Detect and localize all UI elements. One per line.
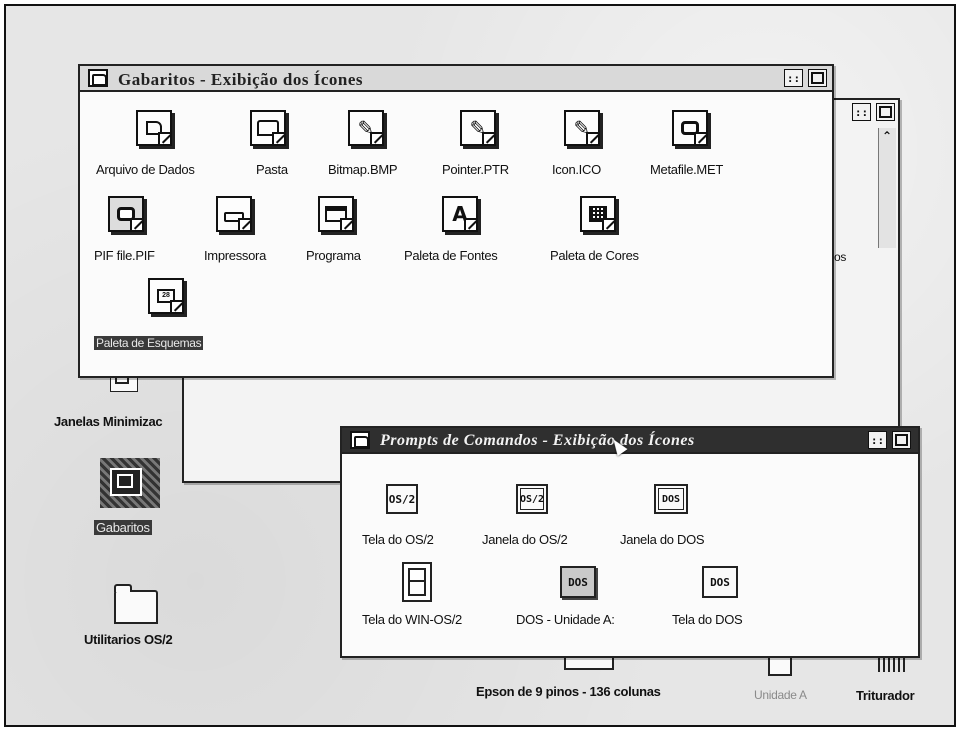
gabaritos-desktop-icon[interactable] xyxy=(100,458,160,508)
dos-glyph: DOS xyxy=(568,575,588,589)
icon-label-pointer[interactable]: Pointer.PTR xyxy=(442,162,509,177)
icon-label-programa[interactable]: Programa xyxy=(306,248,361,263)
prompts-minimize-button[interactable]: :: xyxy=(868,431,887,449)
data-file-icon[interactable] xyxy=(136,110,172,146)
desktop-label-triturador[interactable]: Triturador xyxy=(856,688,915,703)
desktop-label-epson[interactable]: Epson de 9 pinos - 136 colunas xyxy=(476,684,661,699)
utilitarios-folder-icon[interactable] xyxy=(114,584,158,624)
font-a-icon[interactable]: A xyxy=(442,196,478,232)
icon-label-pasta[interactable]: Pasta xyxy=(256,162,288,177)
scheme-icon[interactable]: 28 xyxy=(148,278,184,314)
gabaritos-minimize-button[interactable]: :: xyxy=(784,69,803,87)
icon-label-bitmap[interactable]: Bitmap.BMP xyxy=(328,162,398,177)
gabaritos-title: Gabaritos - Exibição dos Ícones xyxy=(118,70,364,89)
prompt-label-janela-dos[interactable]: Janela do DOS xyxy=(620,532,705,547)
prompt-label-tela-os2[interactable]: Tela do OS/2 xyxy=(362,532,434,547)
prompt-label-tela-dos[interactable]: Tela do DOS xyxy=(672,612,743,627)
color-grid-icon[interactable] xyxy=(580,196,616,232)
os2-glyph: OS/2 xyxy=(388,492,416,506)
dos-drive-a-icon[interactable]: DOS xyxy=(560,566,596,598)
dos-glyph: DOS xyxy=(710,575,730,589)
os2-window-icon[interactable]: OS/2 xyxy=(516,484,548,514)
pencil-icon[interactable]: ✎ xyxy=(348,110,384,146)
desktop-label-gabaritos[interactable]: Gabaritos xyxy=(94,520,152,535)
desktop-label-unidade-a[interactable]: Unidade A xyxy=(754,688,807,702)
icon-label-icon-ico[interactable]: Icon.ICO xyxy=(552,162,601,177)
monitor-icon[interactable] xyxy=(108,196,144,232)
icon-label-paleta-cores[interactable]: Paleta de Cores xyxy=(550,248,639,263)
system-menu-icon[interactable] xyxy=(88,69,108,87)
prompts-titlebar[interactable]: Prompts de Comandos - Exibição dos Ícone… xyxy=(342,428,918,454)
icon-label-paleta-esquemas[interactable]: Paleta de Esquemas xyxy=(94,336,204,350)
background-minimize-button[interactable]: :: xyxy=(852,103,871,121)
prompt-label-dos-unidade-a[interactable]: DOS - Unidade A: xyxy=(516,612,615,627)
desktop-label-janelas[interactable]: Janelas Minimizac xyxy=(54,414,163,429)
icon-label-pif[interactable]: PIF file.PIF xyxy=(94,248,155,263)
icon-label-arquivo[interactable]: Arquivo de Dados xyxy=(96,162,195,177)
prompts-title: Prompts de Comandos - Exibição dos Ícone… xyxy=(380,432,695,449)
monitor-icon[interactable] xyxy=(672,110,708,146)
dos-fullscreen-icon[interactable]: DOS xyxy=(702,566,738,598)
icon-label-impressora[interactable]: Impressora xyxy=(204,248,266,263)
os2-glyph: OS/2 xyxy=(519,493,545,505)
pencil-icon[interactable]: ✎ xyxy=(460,110,496,146)
prompts-maximize-button[interactable] xyxy=(892,431,911,449)
desktop-label-utilitarios[interactable]: Utilitarios OS/2 xyxy=(84,632,173,647)
window-icon[interactable] xyxy=(318,196,354,232)
folder-icon[interactable] xyxy=(250,110,286,146)
system-menu-icon[interactable] xyxy=(350,431,370,449)
screenshot-frame: :: ⌃ os Janelas Minimizac Gabaritos Util… xyxy=(4,4,956,727)
dos-glyph: DOS xyxy=(661,493,681,505)
prompt-label-tela-win-os2[interactable]: Tela do WIN-OS/2 xyxy=(362,612,462,627)
prompts-window[interactable]: Prompts de Comandos - Exibição dos Ícone… xyxy=(340,426,920,658)
printer-icon[interactable] xyxy=(216,196,252,232)
icon-label-paleta-fontes[interactable]: Paleta de Fontes xyxy=(404,248,498,263)
gabaritos-maximize-button[interactable] xyxy=(808,69,827,87)
scroll-up-icon[interactable]: ⌃ xyxy=(882,130,892,142)
background-partial-text: os xyxy=(834,250,847,264)
dos-window-icon[interactable]: DOS xyxy=(654,484,688,514)
desktop: :: ⌃ os Janelas Minimizac Gabaritos Util… xyxy=(6,6,954,725)
win-os2-fullscreen-icon[interactable] xyxy=(402,562,432,602)
gabaritos-titlebar[interactable]: Gabaritos - Exibição dos Ícones :: xyxy=(80,66,832,92)
gabaritos-window[interactable]: Gabaritos - Exibição dos Ícones :: Arqui… xyxy=(78,64,834,378)
background-scrollbar[interactable]: ⌃ xyxy=(878,128,896,248)
prompt-label-janela-os2[interactable]: Janela do OS/2 xyxy=(482,532,568,547)
os2-fullscreen-icon[interactable]: OS/2 xyxy=(386,484,418,514)
icon-label-metafile[interactable]: Metafile.MET xyxy=(650,162,723,177)
pencil-icon[interactable]: ✎ xyxy=(564,110,600,146)
background-maximize-button[interactable] xyxy=(876,103,895,121)
